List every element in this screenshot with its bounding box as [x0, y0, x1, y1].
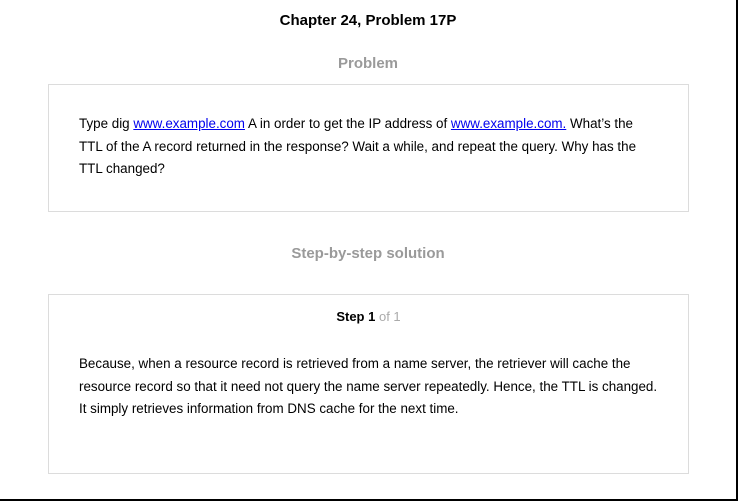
problem-text: Type dig www.example.com A in order to g… — [79, 113, 658, 181]
step-indicator: Step 1 of 1 — [49, 309, 688, 324]
page-title: Chapter 24, Problem 17P — [279, 12, 457, 29]
solution-heading: Step-by-step solution — [291, 245, 445, 262]
example-link-2[interactable]: www.example.com. — [451, 116, 566, 131]
problem-text-part: Type dig — [79, 116, 134, 131]
solution-box: Step 1 of 1 Because, when a resource rec… — [48, 294, 689, 474]
step-label: Step 1 — [336, 309, 376, 324]
example-link[interactable]: www.example.com — [133, 116, 245, 131]
problem-heading: Problem — [337, 55, 398, 72]
problem-box: Type dig www.example.com A in order to g… — [48, 84, 689, 212]
problem-text-part: A in order to get the IP address of — [244, 116, 451, 131]
solution-text: Because, when a resource record is retri… — [79, 356, 658, 416]
step-count: of 1 — [378, 309, 401, 324]
